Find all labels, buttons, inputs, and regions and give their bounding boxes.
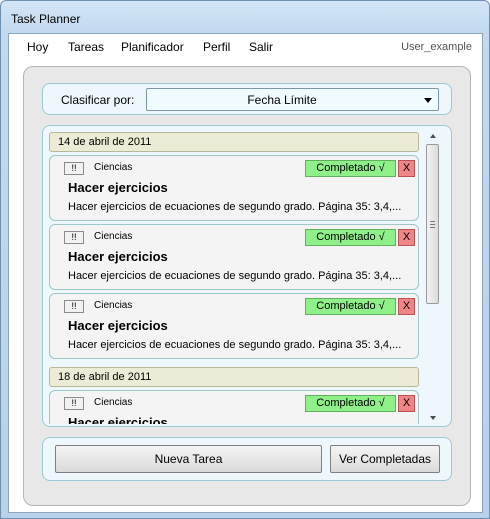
menu-item-salir[interactable]: Salir <box>249 40 273 54</box>
delete-button[interactable]: X <box>398 229 415 246</box>
task-card[interactable]: !! Ciencias Completado √ X Hacer ejercic… <box>49 155 419 221</box>
task-description: Hacer ejercicios de ecuaciones de segund… <box>68 270 402 282</box>
main-panel: Clasificar por: Fecha Límite 14 de abril… <box>23 66 471 506</box>
task-title: Hacer ejercicios <box>68 180 168 195</box>
priority-badge: !! <box>64 231 84 244</box>
delete-button[interactable]: X <box>398 395 415 412</box>
task-list-panel: 14 de abril de 2011 !! Ciencias Completa… <box>42 125 452 427</box>
priority-badge: !! <box>64 397 84 410</box>
delete-button[interactable]: X <box>398 298 415 315</box>
complete-button[interactable]: Completado √ <box>305 298 396 315</box>
scroll-down-icon[interactable] <box>430 416 436 420</box>
title-bar[interactable]: Task Planner <box>1 1 489 33</box>
menu-bar: Hoy Tareas Planificador Perfil Salir Use… <box>9 34 482 60</box>
task-card[interactable]: !! Ciencias Completado √ X Hacer ejercic… <box>49 390 419 424</box>
task-category: Ciencias <box>94 300 133 311</box>
view-completed-button[interactable]: Ver Completadas <box>330 445 440 473</box>
date-header: 14 de abril de 2011 <box>49 132 419 152</box>
task-card[interactable]: !! Ciencias Completado √ X Hacer ejercic… <box>49 293 419 359</box>
task-category: Ciencias <box>94 397 133 408</box>
task-category: Ciencias <box>94 231 133 242</box>
task-title: Hacer ejercicios <box>68 318 168 333</box>
sort-dropdown-value: Fecha Límite <box>247 93 317 107</box>
menu-item-tareas[interactable]: Tareas <box>68 40 104 54</box>
scroll-up-icon[interactable] <box>430 134 436 138</box>
date-header: 18 de abril de 2011 <box>49 367 419 387</box>
app-window: Task Planner Hoy Tareas Planificador Per… <box>0 0 490 519</box>
actions-panel: Nueva Tarea Ver Completadas <box>42 437 452 481</box>
task-description: Hacer ejercicios de ecuaciones de segund… <box>68 201 402 213</box>
date-header-label: 14 de abril de 2011 <box>58 136 152 148</box>
task-title: Hacer ejercicios <box>68 415 168 424</box>
menu-item-planificador[interactable]: Planificador <box>121 40 184 54</box>
complete-button[interactable]: Completado √ <box>305 229 396 246</box>
chevron-down-icon <box>424 98 432 103</box>
priority-badge: !! <box>64 300 84 313</box>
delete-button[interactable]: X <box>398 160 415 177</box>
date-header-label: 18 de abril de 2011 <box>58 371 152 383</box>
user-label: User_example <box>401 41 472 53</box>
client-area: Hoy Tareas Planificador Perfil Salir Use… <box>8 33 483 513</box>
new-task-button[interactable]: Nueva Tarea <box>55 445 322 473</box>
grip-icon <box>430 221 435 228</box>
complete-button[interactable]: Completado √ <box>305 395 396 412</box>
complete-button[interactable]: Completado √ <box>305 160 396 177</box>
window-title: Task Planner <box>11 12 81 26</box>
vertical-scrollbar[interactable] <box>425 130 441 424</box>
sort-dropdown[interactable]: Fecha Límite <box>146 88 439 111</box>
task-card[interactable]: !! Ciencias Completado √ X Hacer ejercic… <box>49 224 419 290</box>
task-category: Ciencias <box>94 162 133 173</box>
menu-item-hoy[interactable]: Hoy <box>27 40 48 54</box>
task-title: Hacer ejercicios <box>68 249 168 264</box>
scrollbar-thumb[interactable] <box>426 144 439 304</box>
task-list: 14 de abril de 2011 !! Ciencias Completa… <box>47 132 423 424</box>
menu-item-perfil[interactable]: Perfil <box>203 40 230 54</box>
sort-label: Clasificar por: <box>61 93 135 107</box>
task-description: Hacer ejercicios de ecuaciones de segund… <box>68 339 402 351</box>
sort-panel: Clasificar por: Fecha Límite <box>42 83 452 115</box>
priority-badge: !! <box>64 162 84 175</box>
